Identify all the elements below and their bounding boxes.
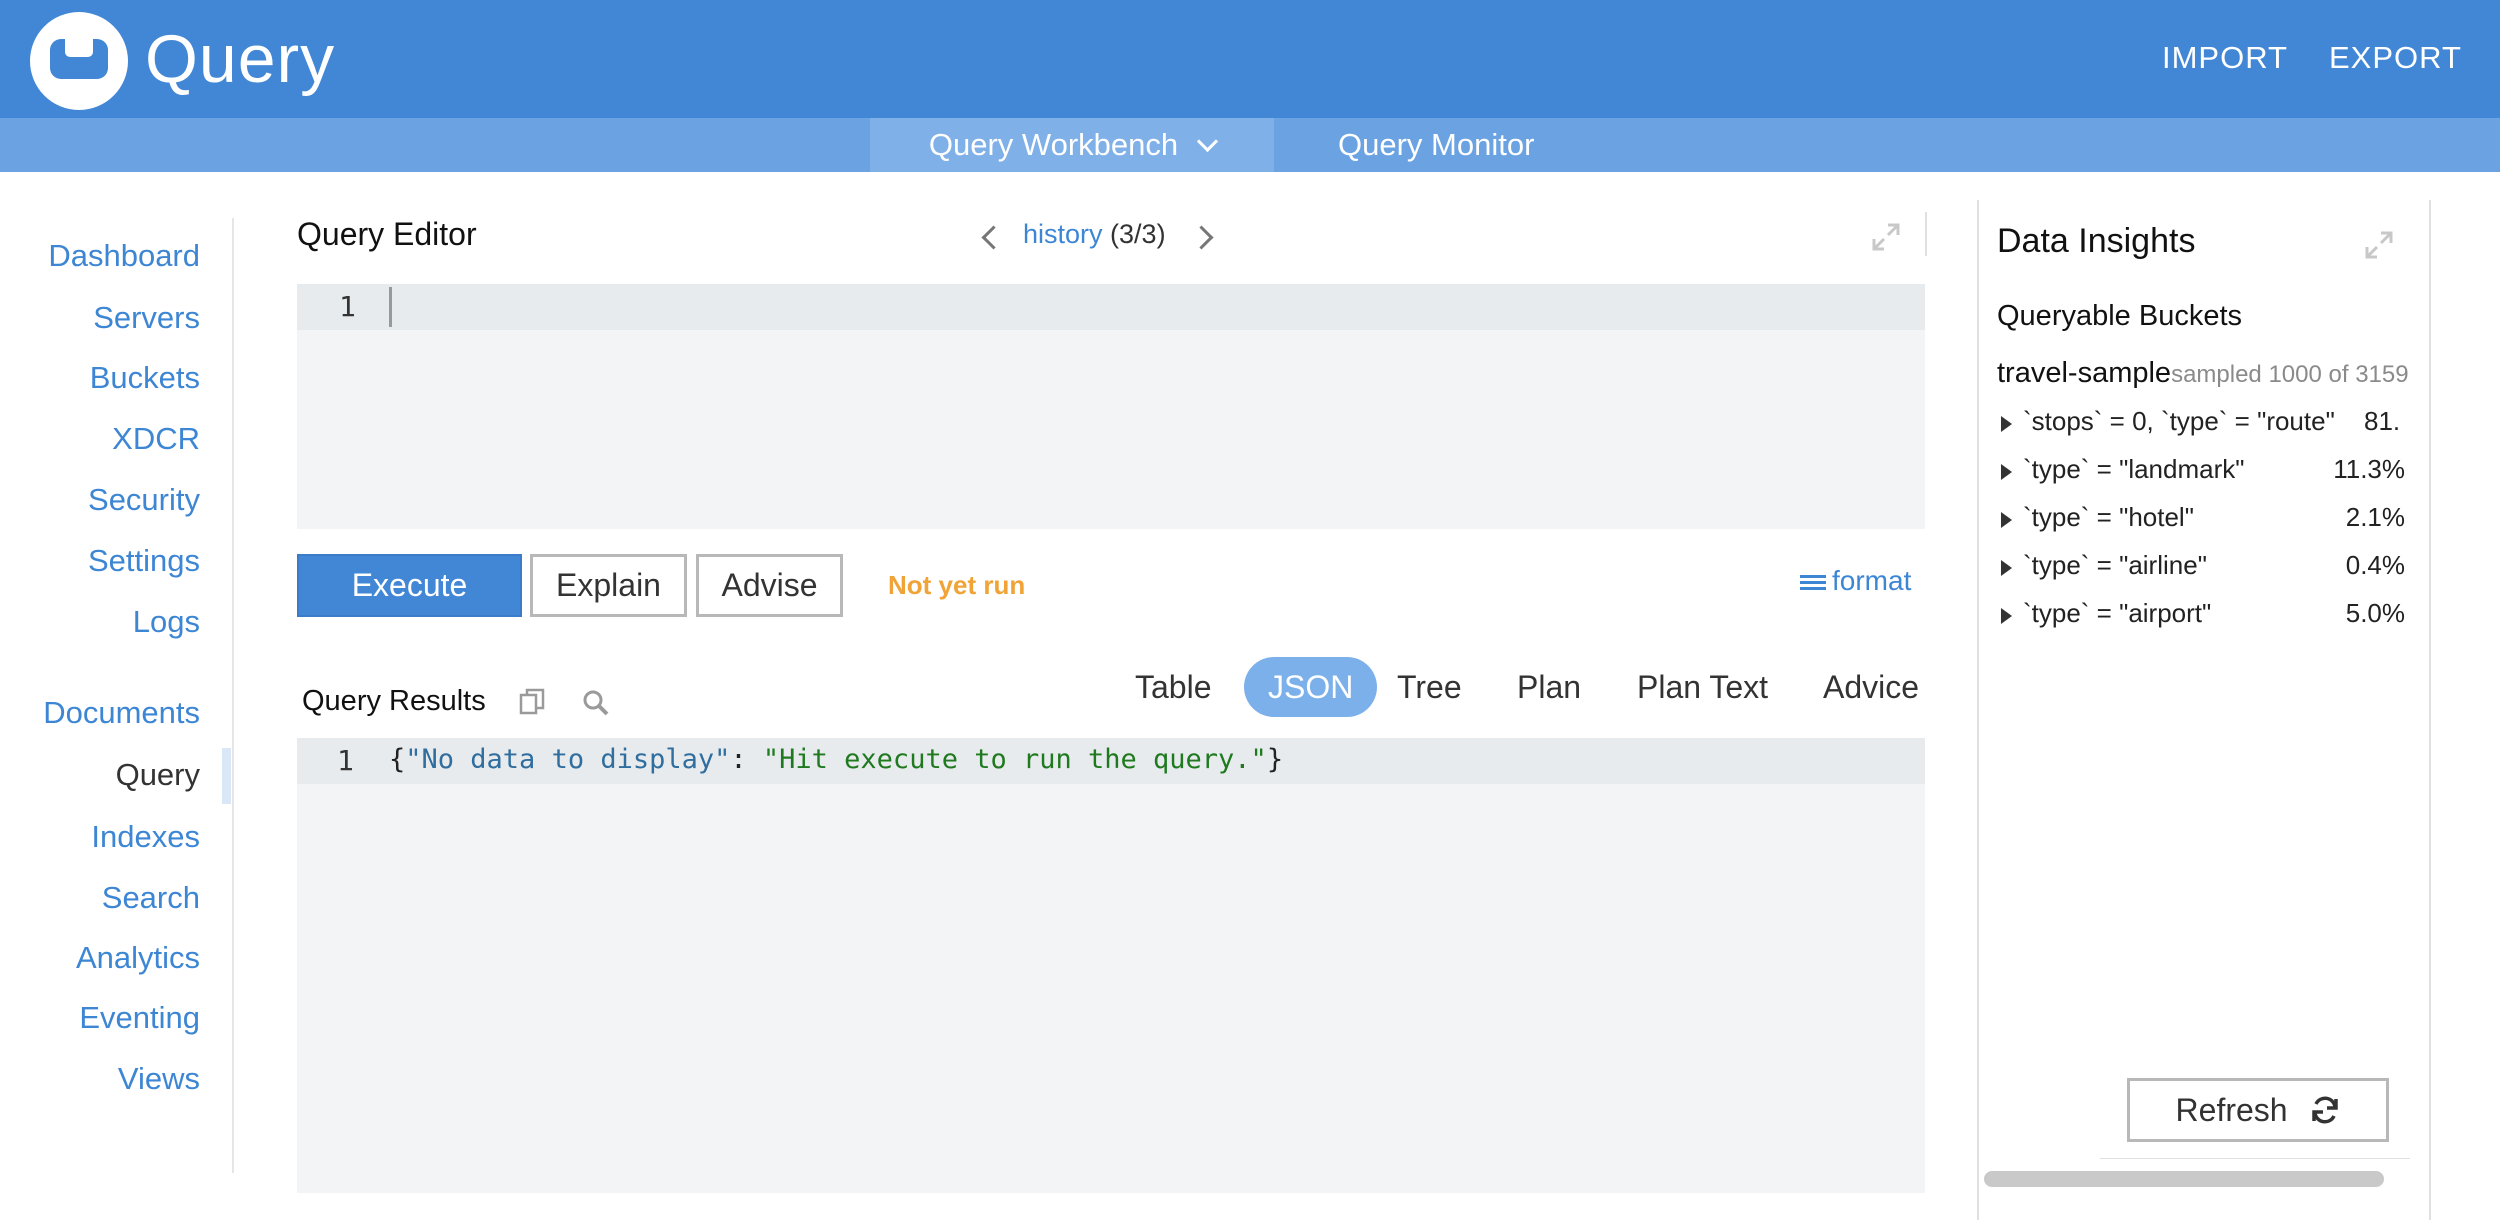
caret-right-icon[interactable]: [2001, 560, 2012, 576]
sidebar-item-servers[interactable]: Servers: [93, 300, 200, 336]
caret-right-icon[interactable]: [2001, 464, 2012, 480]
insight-row[interactable]: `type` = "landmark" 11.3%: [2001, 454, 2421, 494]
insight-percent: 2.1%: [2345, 502, 2405, 532]
active-line-highlight: [297, 284, 1925, 330]
tab-table[interactable]: Table: [1135, 657, 1212, 717]
sidebar-divider: [232, 218, 234, 1173]
bucket-name: travel-sample: [1997, 357, 2172, 389]
sidebar-item-logs[interactable]: Logs: [133, 604, 200, 640]
export-button[interactable]: EXPORT: [2329, 40, 2462, 76]
json-value: "Hit execute to run the query.": [762, 744, 1267, 775]
insight-row[interactable]: `type` = "airline" 0.4%: [2001, 550, 2421, 590]
caret-right-icon[interactable]: [2001, 416, 2012, 432]
sidebar-item-search[interactable]: Search: [102, 880, 200, 916]
insight-percent: 81.: [2364, 406, 2401, 436]
insight-percent: 0.4%: [2345, 550, 2405, 580]
insight-expression: `type` = "landmark": [2023, 454, 2245, 484]
query-editor-input[interactable]: 1: [297, 284, 1925, 529]
sidebar-item-xdcr[interactable]: XDCR: [112, 421, 200, 457]
insight-row[interactable]: `type` = "airport" 5.0%: [2001, 598, 2421, 638]
data-insights-panel: Data Insights Queryable Buckets travel-s…: [1977, 200, 2431, 1220]
copy-icon[interactable]: [517, 687, 547, 717]
sub-navigation: Query Workbench Query Monitor: [0, 118, 2500, 172]
format-label: format: [1832, 565, 1912, 596]
sidebar-item-buckets[interactable]: Buckets: [90, 360, 200, 396]
explain-button[interactable]: Explain: [530, 554, 687, 617]
tab-plan-text[interactable]: Plan Text: [1637, 657, 1768, 717]
search-icon[interactable]: [581, 688, 611, 718]
insight-percent: 5.0%: [2345, 598, 2405, 628]
tab-query-workbench-label: Query Workbench: [928, 127, 1179, 162]
import-button[interactable]: IMPORT: [2162, 40, 2288, 76]
format-lines-icon: [1800, 572, 1826, 593]
sidebar-item-query[interactable]: Query: [116, 757, 200, 793]
history-count: (3/3): [1110, 219, 1166, 249]
active-nav-marker: [222, 748, 231, 804]
refresh-button[interactable]: Refresh: [2127, 1078, 2389, 1142]
tab-json[interactable]: JSON: [1244, 657, 1378, 717]
bucket-entry: travel-samplesampled 1000 of 3159: [1997, 357, 2409, 390]
insight-expression: `type` = "airline": [2023, 550, 2207, 580]
json-key: "No data to display": [405, 744, 731, 775]
couchbase-logo-icon: [30, 12, 128, 110]
caret-right-icon[interactable]: [2001, 512, 2012, 528]
query-editor-title: Query Editor: [297, 216, 477, 252]
sidebar-item-eventing[interactable]: Eventing: [79, 1000, 200, 1036]
insight-row[interactable]: `stops` = 0, `type` = "route" 81.: [2001, 406, 2421, 446]
advise-button[interactable]: Advise: [696, 554, 843, 617]
refresh-label: Refresh: [2175, 1092, 2288, 1128]
execute-button[interactable]: Execute: [297, 554, 522, 617]
query-results-title: Query Results: [302, 685, 486, 717]
text-cursor: [389, 287, 392, 327]
data-insights-title: Data Insights: [1997, 222, 2196, 260]
bucket-sampled-count: sampled 1000 of 3159: [2171, 361, 2409, 388]
scrollbar-thumb[interactable]: [1984, 1171, 2384, 1187]
app-title: Query: [145, 21, 336, 97]
sidebar-item-indexes[interactable]: Indexes: [91, 819, 200, 855]
sidebar-item-settings[interactable]: Settings: [88, 543, 200, 579]
history-prev-icon[interactable]: [981, 225, 1006, 250]
insights-footer-divider: [2100, 1158, 2410, 1159]
insight-expression: `stops` = 0, `type` = "route": [2023, 406, 2335, 436]
sidebar-item-documents[interactable]: Documents: [43, 695, 200, 731]
expand-editor-icon[interactable]: [1871, 222, 1901, 252]
tab-tree[interactable]: Tree: [1397, 657, 1462, 717]
history-nav: history (3/3): [1023, 219, 1166, 250]
insight-expression: `type` = "hotel": [2023, 502, 2194, 532]
json-brace-open: {: [389, 744, 406, 775]
insight-expression: `type` = "airport": [2023, 598, 2212, 628]
insights-horizontal-scrollbar[interactable]: [1980, 1168, 2420, 1190]
query-status: Not yet run: [888, 570, 1026, 600]
editor-divider: [1925, 212, 1927, 256]
line-number: 1: [337, 744, 354, 777]
json-brace-close: }: [1266, 744, 1284, 775]
sidebar-item-analytics[interactable]: Analytics: [76, 940, 200, 976]
insight-row[interactable]: `type` = "hotel" 2.1%: [2001, 502, 2421, 542]
refresh-icon: [2312, 1096, 2339, 1124]
sidebar-item-views[interactable]: Views: [118, 1061, 200, 1097]
queryable-buckets-heading: Queryable Buckets: [1997, 300, 2243, 332]
tab-advice[interactable]: Advice: [1823, 657, 1919, 717]
chevron-down-icon[interactable]: [1197, 130, 1219, 153]
app-header: Query IMPORT EXPORT: [0, 0, 2500, 118]
tab-query-workbench[interactable]: Query Workbench: [870, 118, 1274, 172]
query-results-output[interactable]: 1: [297, 738, 1925, 1193]
sidebar-item-security[interactable]: Security: [88, 482, 200, 518]
sidebar-item-dashboard[interactable]: Dashboard: [48, 238, 200, 274]
json-separator: :: [730, 744, 763, 775]
format-button[interactable]: format: [1800, 565, 1911, 597]
caret-right-icon[interactable]: [2001, 608, 2012, 624]
tab-query-monitor[interactable]: Query Monitor: [1338, 118, 1534, 172]
tab-plan[interactable]: Plan: [1517, 657, 1581, 717]
history-next-icon[interactable]: [1189, 225, 1214, 250]
history-link[interactable]: history: [1023, 219, 1103, 249]
insight-percent: 11.3%: [2333, 454, 2405, 484]
json-output-line: {"No data to display": "Hit execute to r…: [389, 744, 1283, 775]
line-number: 1: [339, 290, 356, 323]
expand-insights-icon[interactable]: [2364, 230, 2394, 260]
